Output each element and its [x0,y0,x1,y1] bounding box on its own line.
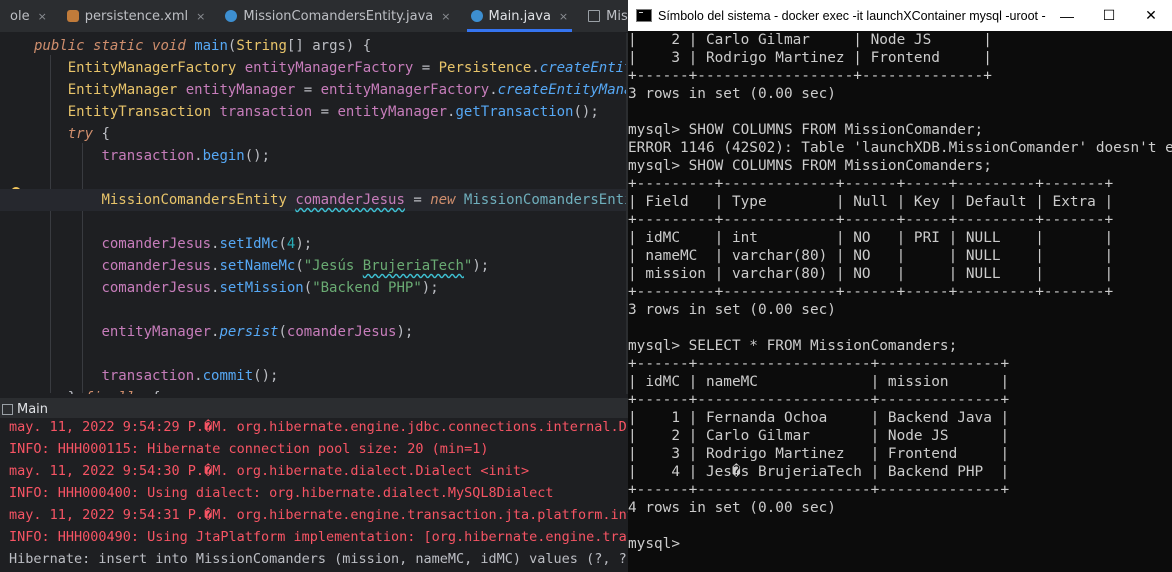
close-icon[interactable]: × [38,10,47,23]
editor-tab-bar: ole × persistence.xml × MissionComanders… [0,0,628,33]
terminal-line: | nameMC | varchar(80) | NO | | NULL | | [628,248,1114,264]
close-icon[interactable]: × [196,10,205,23]
code-line: transaction.commit(); [101,368,279,384]
code-line: } finally { [34,387,628,394]
terminal-line: +------+--------------------+-----------… [628,356,1010,372]
minimize-icon[interactable]: — [1046,8,1088,24]
terminal-line: mysql> [628,536,680,552]
terminal-line: | 4 | Jes�s BrujeriaTech | Backend PHP | [628,464,1010,480]
code-line: EntityManager entityManager = entityMana… [67,82,628,98]
terminal-line: | idMC | int | NO | PRI | NULL | | [628,230,1114,246]
console-line: may. 11, 2022 9:54:30 P.�M. org.hibernat… [9,463,530,479]
tab-label: MissionComandersEntity.java [243,8,434,24]
code-line: transaction.begin(); [101,148,271,164]
class-file-icon [470,10,483,22]
terminal-title: Símbolo del sistema - docker exec -it la… [658,8,1046,23]
code-line: MissionComandersEntity comanderJesus = n… [0,189,628,211]
terminal-title-bar: Símbolo del sistema - docker exec -it la… [628,0,1172,31]
terminal-line: 4 rows in set (0.00 sec) [628,500,836,516]
table-icon [588,10,601,22]
code-line: public static void main(String[] args) { [34,38,372,54]
terminal-line: ERROR 1146 (42S02): Table 'launchXDB.Mis… [628,140,1172,156]
tab-ole[interactable]: ole × [0,0,57,32]
close-icon[interactable]: × [559,10,568,23]
terminal-line: +------+--------------------+-----------… [628,392,1010,408]
tab-label: ole [10,8,30,24]
code-line: entityManager.persist(comanderJesus); [101,324,414,340]
code-content: public static void main(String[] args) {… [0,35,628,394]
terminal-line: mysql> SELECT * FROM MissionComanders; [628,338,958,354]
terminal-icon [636,9,652,22]
tab-label: MissionCom [606,8,628,24]
code-editor[interactable]: public static void main(String[] args) {… [0,33,628,394]
terminal-line: | 2 | Carlo Gilmar | Node JS | [628,428,1010,444]
terminal-line: | Field | Type | Null | Key | Default | … [628,194,1114,210]
code-line: try { [67,126,110,142]
console-line: INFO: HHH000115: Hibernate connection po… [9,441,489,457]
code-line: EntityTransaction transaction = entityMa… [67,104,599,120]
run-console[interactable]: may. 11, 2022 9:54:29 P.�M. org.hibernat… [0,418,628,572]
terminal-window: Símbolo del sistema - docker exec -it la… [628,0,1172,572]
tab-mission-comanders-entity[interactable]: MissionComandersEntity.java × [215,0,460,32]
tab-label: Main.java [488,8,551,24]
code-line: comanderJesus.setIdMc(4); [101,236,313,252]
run-tab-label[interactable]: Main [17,402,48,417]
tab-main-java[interactable]: Main.java × [461,0,579,32]
terminal-line: 3 rows in set (0.00 sec) [628,302,836,318]
console-line: Hibernate: insert into MissionComanders … [9,551,628,567]
terminal-line: +------+------------------+-------------… [628,68,992,84]
terminal-line: | 1 | Fernanda Ochoa | Backend Java | [628,410,1010,426]
terminal-line: +---------+-------------+------+-----+--… [628,176,1114,192]
terminal-line: +---------+-------------+------+-----+--… [628,284,1114,300]
terminal-line: +---------+-------------+------+-----+--… [628,212,1114,228]
terminal-line: mysql> SHOW COLUMNS FROM MissionComander… [628,158,992,174]
code-line: comanderJesus.setMission("Backend PHP"); [101,280,439,296]
tab-persistence-xml[interactable]: persistence.xml × [57,0,216,32]
console-line: may. 11, 2022 9:54:31 P.�M. org.hibernat… [9,507,628,523]
terminal-line: mysql> SHOW COLUMNS FROM MissionComander… [628,122,984,138]
run-tool-window-header: Main [0,398,628,420]
console-line: INFO: HHH000490: Using JtaPlatform imple… [9,529,628,545]
terminal-line: +------+--------------------+-----------… [628,482,1010,498]
code-line: comanderJesus.setNameMc("Jesús BrujeriaT… [101,258,490,274]
terminal-line: | 3 | Rodrigo Martinez | Frontend | [628,50,992,66]
terminal-line: 3 rows in set (0.00 sec) [628,86,836,102]
console-line: INFO: HHH000400: Using dialect: org.hibe… [9,485,554,501]
close-icon[interactable]: ✕ [1130,7,1172,24]
code-line: EntityManagerFactory entityManagerFactor… [67,60,628,76]
terminal-line: | 3 | Rodrigo Martinez | Frontend | [628,446,1010,462]
ide-window: ole × persistence.xml × MissionComanders… [0,0,628,572]
maximize-icon[interactable]: ☐ [1088,7,1130,24]
class-file-icon [225,10,238,22]
run-console-icon [2,403,13,415]
xml-file-icon [66,10,79,22]
tab-label: persistence.xml [84,8,189,24]
terminal-line: | mission | varchar(80) | NO | | NULL | … [628,266,1114,282]
close-icon[interactable]: × [441,10,450,23]
terminal-line: | 2 | Carlo Gilmar | Node JS | [628,32,992,48]
tab-mission-comanders-table[interactable]: MissionCom [578,0,628,32]
terminal-line: | idMC | nameMC | mission | [628,374,1010,390]
terminal-output[interactable]: | 2 | Carlo Gilmar | Node JS | | 3 | Rodr… [628,31,1172,553]
console-line: may. 11, 2022 9:54:29 P.�M. org.hibernat… [9,419,628,435]
